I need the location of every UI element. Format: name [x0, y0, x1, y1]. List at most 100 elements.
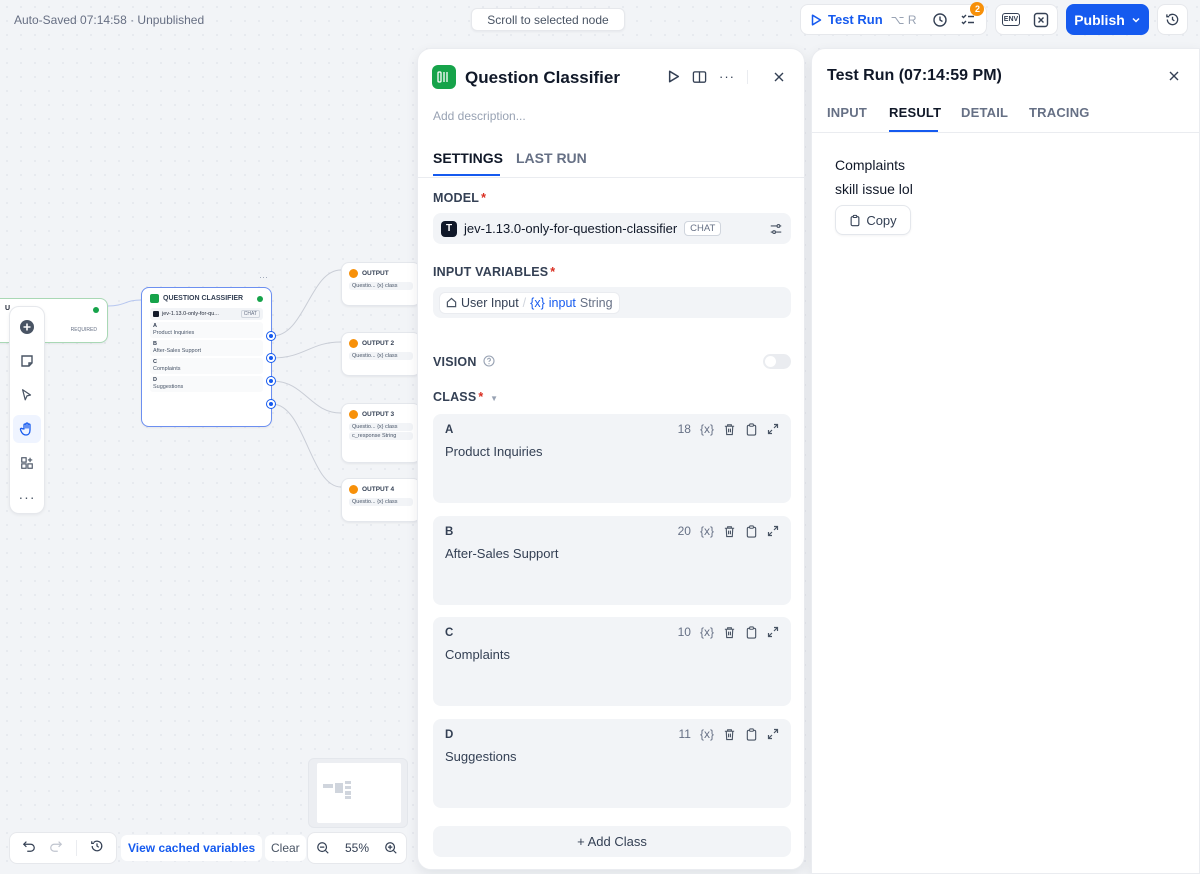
- add-node-button[interactable]: [13, 313, 41, 341]
- insert-variable-icon[interactable]: {x}: [700, 524, 714, 538]
- required-tag: REQUIRED: [70, 327, 97, 333]
- char-count: 20: [677, 524, 691, 538]
- char-count: 11: [678, 727, 691, 741]
- class-c-handle[interactable]: [267, 377, 275, 385]
- output-2-node[interactable]: OUTPUT 2 Questio... {x} class: [341, 332, 421, 376]
- pointer-mode-button[interactable]: [13, 381, 41, 409]
- class-label[interactable]: CLASS * ▼: [433, 390, 498, 404]
- tab-input[interactable]: INPUT: [827, 105, 867, 120]
- class-text-input[interactable]: After-Sales Support: [445, 546, 558, 561]
- version-history-button[interactable]: [1157, 4, 1188, 35]
- class-text-input[interactable]: Product Inquiries: [445, 444, 543, 459]
- question-classifier-node[interactable]: QUESTION CLASSIFIER jev-1.13.0-only-for-…: [141, 287, 272, 427]
- output-4-node[interactable]: OUTPUT 4 Questio... {x} class: [341, 478, 421, 522]
- organize-nodes-button[interactable]: [13, 449, 41, 477]
- zoom-control: 55%: [307, 832, 407, 864]
- class-text-input[interactable]: Suggestions: [445, 749, 517, 764]
- input-variable-chip[interactable]: User Input / {x} input String: [439, 291, 620, 314]
- env-icon: ENV: [1001, 13, 1021, 26]
- class-tools: 11 {x}: [679, 727, 779, 741]
- tab-last-run[interactable]: LAST RUN: [516, 150, 587, 166]
- qc-node-class: A Product Inquiries: [150, 322, 263, 338]
- publish-button[interactable]: Publish: [1066, 4, 1149, 35]
- hand-mode-button[interactable]: [13, 415, 41, 443]
- minimap-node: [335, 783, 343, 793]
- clipboard-icon[interactable]: [745, 727, 758, 741]
- divider: [75, 840, 77, 856]
- expand-icon[interactable]: [767, 423, 779, 435]
- tab-settings[interactable]: SETTINGS: [433, 150, 503, 166]
- model-settings-icon[interactable]: [769, 222, 783, 236]
- class-text-input[interactable]: Complaints: [445, 647, 510, 662]
- undo-button[interactable]: [22, 839, 36, 858]
- class-item-a[interactable]: A Product Inquiries 18 {x}: [433, 414, 791, 503]
- class-b-handle[interactable]: [267, 354, 275, 362]
- class-tools: 20 {x}: [678, 524, 779, 538]
- class-item-c[interactable]: C Complaints 10 {x}: [433, 617, 791, 706]
- chevron-down-icon: [1132, 17, 1140, 23]
- clear-button[interactable]: Clear: [265, 835, 306, 861]
- zoom-level[interactable]: 55%: [345, 841, 369, 855]
- input-variable-selector[interactable]: User Input / {x} input String: [433, 287, 791, 318]
- divider: [747, 69, 748, 84]
- expand-icon[interactable]: [767, 728, 779, 740]
- add-note-button[interactable]: [13, 347, 41, 375]
- status-dot: [257, 295, 263, 302]
- insert-variable-icon[interactable]: {x}: [700, 625, 714, 639]
- checklist-button[interactable]: 2: [954, 1, 985, 34]
- variable-icon: {x}: [530, 295, 545, 310]
- help-book-icon[interactable]: [692, 70, 707, 84]
- more-tools-button[interactable]: ···: [13, 483, 41, 511]
- more-icon[interactable]: ···: [719, 69, 735, 84]
- trash-icon[interactable]: [723, 626, 736, 639]
- description-input[interactable]: Add description...: [433, 109, 526, 123]
- close-icon[interactable]: [1168, 70, 1180, 82]
- close-icon[interactable]: [773, 71, 785, 83]
- class-d-handle[interactable]: [267, 400, 275, 408]
- insert-variable-icon[interactable]: {x}: [700, 422, 714, 436]
- panel-title[interactable]: Question Classifier: [465, 68, 620, 88]
- run-node-icon[interactable]: [668, 70, 680, 83]
- insert-variable-icon[interactable]: {x}: [700, 727, 714, 741]
- add-class-button[interactable]: + Add Class: [433, 826, 791, 857]
- run-output: Complaints skill issue lol: [835, 153, 913, 201]
- autosave-status: Auto-Saved 07:14:58 · Unpublished: [14, 13, 205, 27]
- vision-toggle[interactable]: [763, 354, 791, 369]
- clipboard-icon[interactable]: [745, 524, 758, 538]
- output-icon: [349, 269, 358, 278]
- trash-icon[interactable]: [723, 423, 736, 436]
- tab-result[interactable]: RESULT: [889, 105, 941, 120]
- panel-actions: ···: [668, 69, 748, 84]
- output-3-node[interactable]: OUTPUT 3 Questio... {x} class c_response…: [341, 403, 421, 463]
- class-item-d[interactable]: D Suggestions 11 {x}: [433, 719, 791, 808]
- view-cached-variables-button[interactable]: View cached variables: [121, 835, 263, 861]
- env-button[interactable]: ENV: [996, 6, 1026, 34]
- class-item-b[interactable]: B After-Sales Support 20 {x}: [433, 516, 791, 605]
- zoom-in-icon[interactable]: [384, 841, 398, 855]
- expand-icon[interactable]: [767, 626, 779, 638]
- tab-detail[interactable]: DETAIL: [961, 105, 1008, 120]
- model-selector[interactable]: T jev-1.13.0-only-for-question-classifie…: [433, 213, 791, 244]
- class-a-handle[interactable]: [267, 332, 275, 340]
- clipboard-icon[interactable]: [745, 625, 758, 639]
- clipboard-icon[interactable]: [745, 422, 758, 436]
- change-history-button[interactable]: [90, 839, 104, 858]
- redo-button[interactable]: [49, 839, 63, 858]
- expand-icon[interactable]: [767, 525, 779, 537]
- tab-tracing[interactable]: TRACING: [1029, 105, 1090, 120]
- help-circle-icon[interactable]: [483, 355, 495, 367]
- run-history-button[interactable]: [926, 6, 954, 34]
- scroll-to-node-button[interactable]: Scroll to selected node: [471, 8, 625, 31]
- conversation-variables-button[interactable]: [1026, 6, 1056, 34]
- test-run-button[interactable]: Test Run ⌥ R: [801, 5, 926, 34]
- node-more-icon[interactable]: ···: [259, 272, 268, 282]
- output-node[interactable]: OUTPUT Questio... {x} class: [341, 262, 421, 306]
- zoom-out-icon[interactable]: [316, 841, 330, 855]
- checklist-badge: 2: [970, 1, 985, 16]
- copy-button[interactable]: Copy: [835, 205, 911, 235]
- minimap[interactable]: [308, 758, 408, 828]
- output-node-row: Questio... {x} class: [349, 423, 413, 431]
- trash-icon[interactable]: [723, 525, 736, 538]
- minimap-node: [345, 791, 351, 795]
- trash-icon[interactable]: [723, 728, 736, 741]
